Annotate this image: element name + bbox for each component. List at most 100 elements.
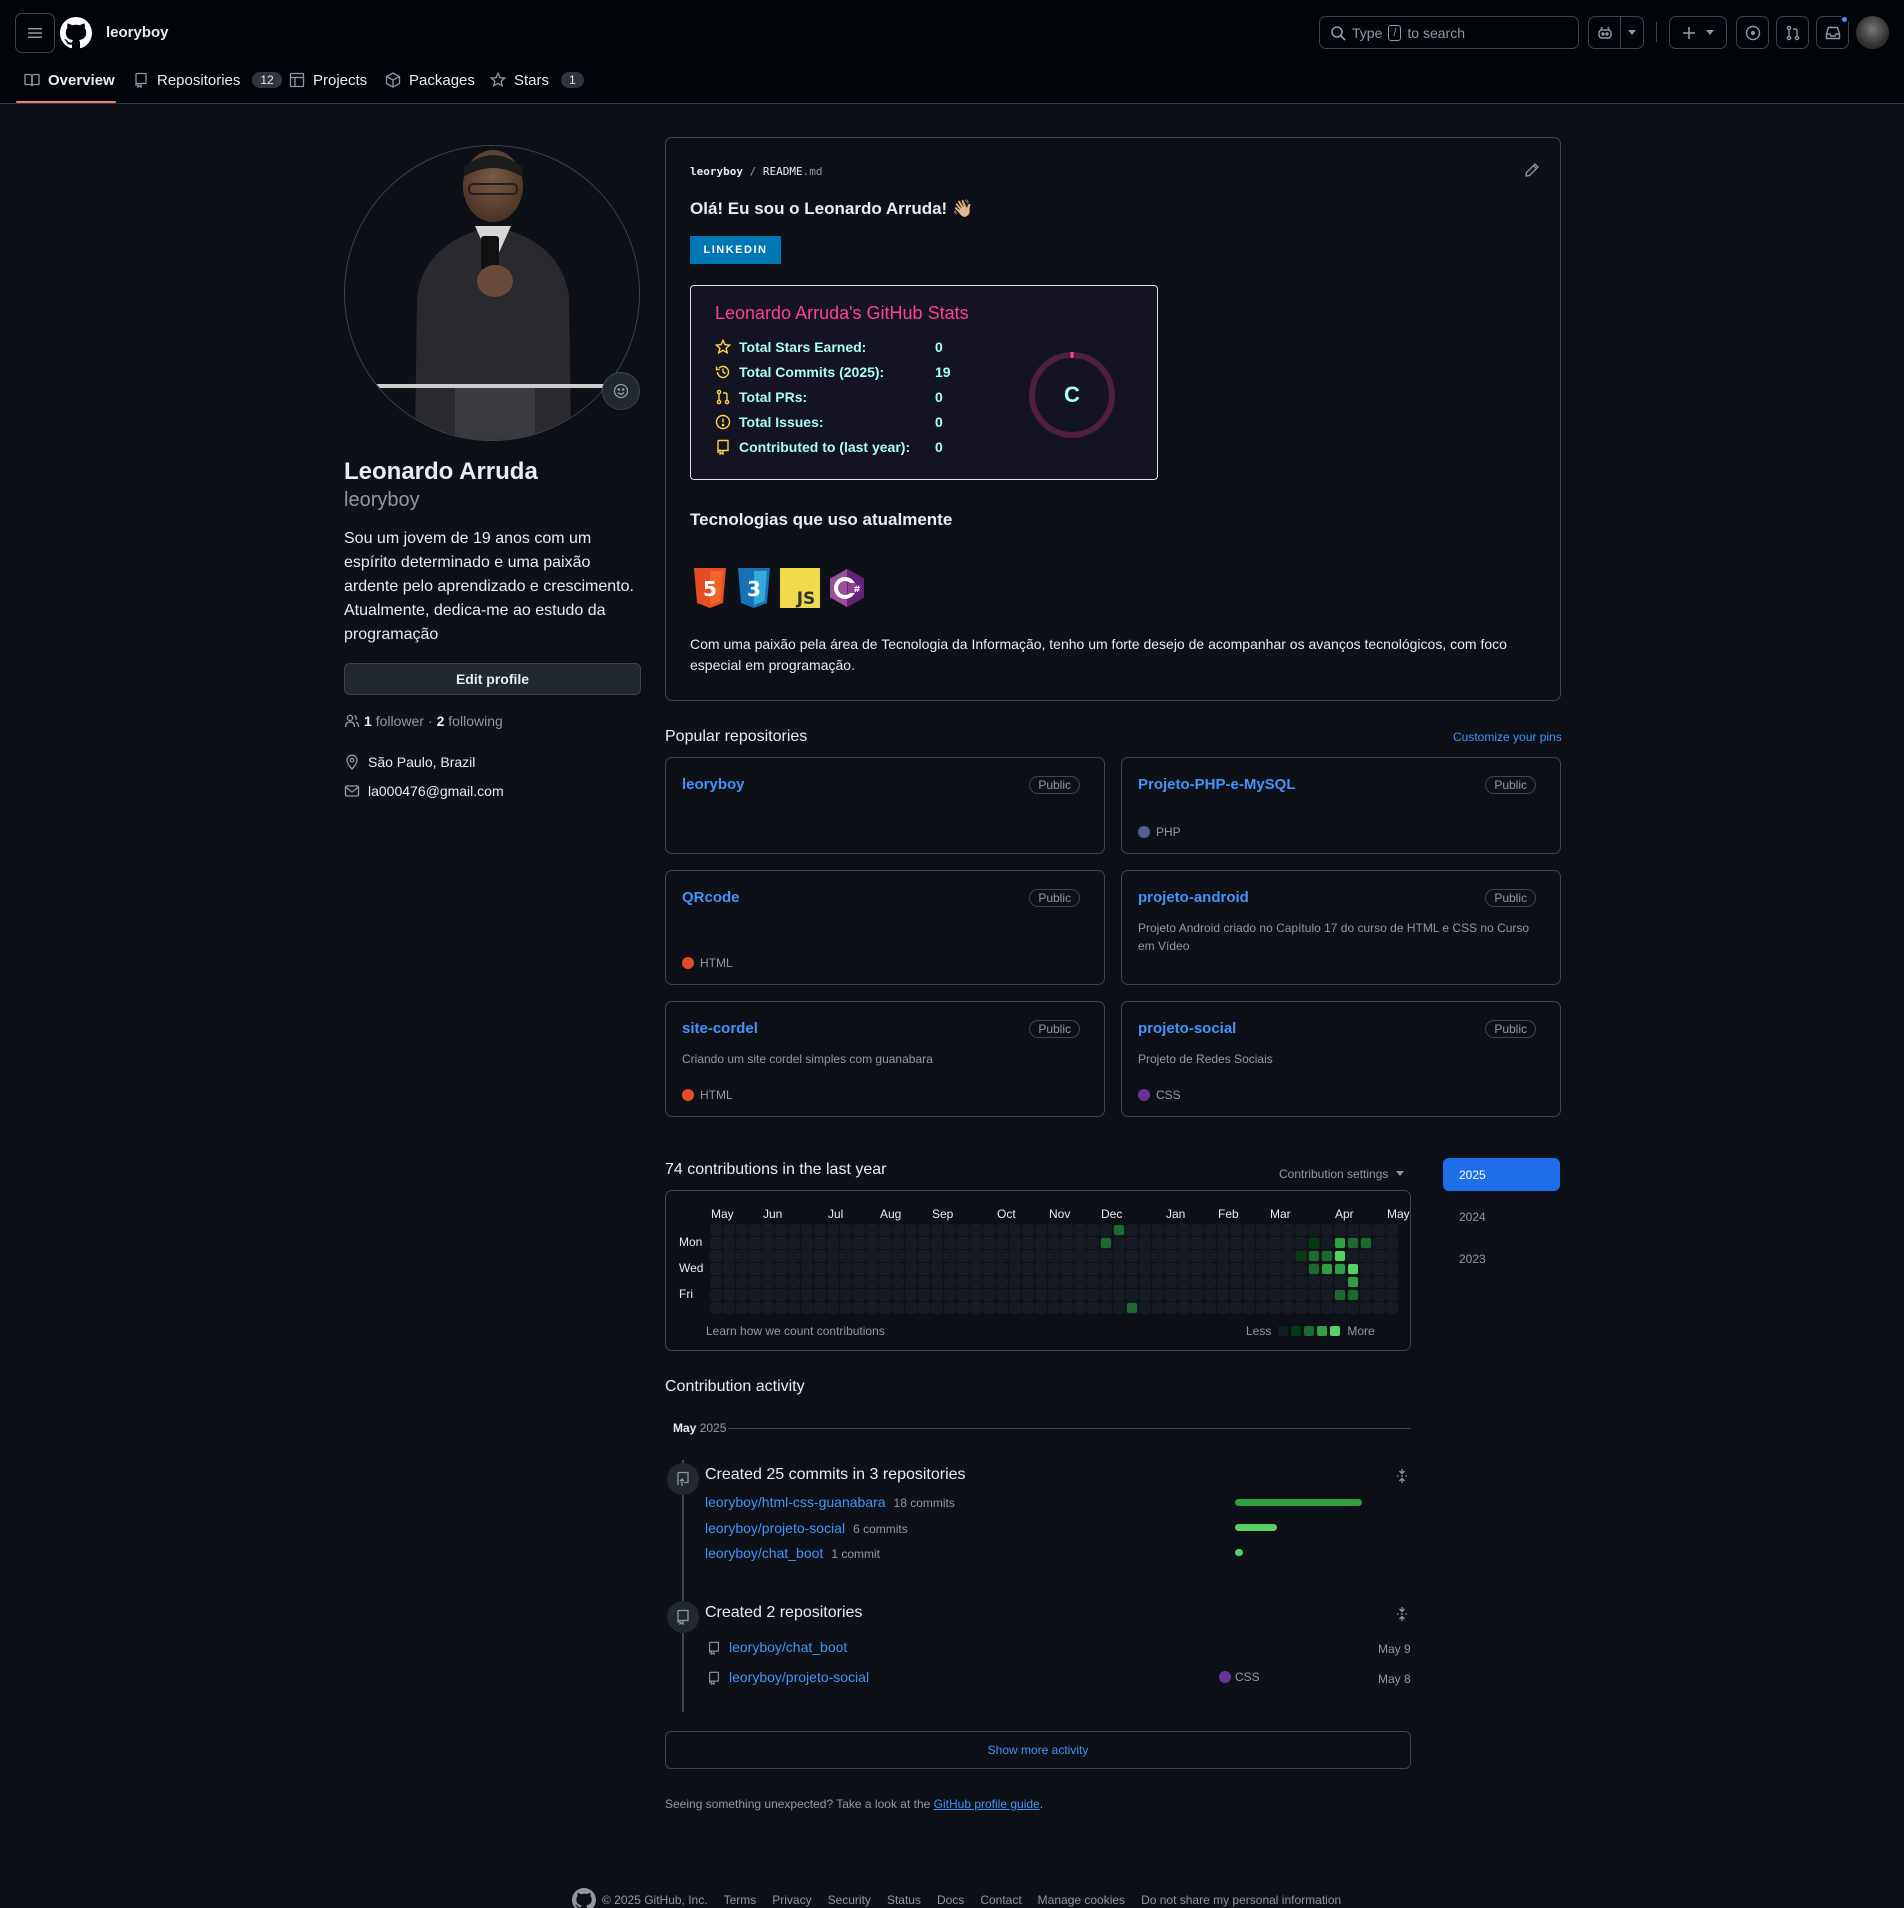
- tab-stars[interactable]: Stars 1: [490, 64, 584, 96]
- contribution-day[interactable]: [801, 1250, 813, 1262]
- contribution-day[interactable]: [944, 1302, 956, 1314]
- contribution-day[interactable]: [710, 1289, 722, 1301]
- contribution-day[interactable]: [1191, 1302, 1203, 1314]
- contribution-day[interactable]: [762, 1289, 774, 1301]
- contribution-day[interactable]: [1360, 1237, 1372, 1249]
- issues-button[interactable]: [1736, 16, 1769, 49]
- contribution-day[interactable]: [944, 1276, 956, 1288]
- contribution-day[interactable]: [1256, 1224, 1268, 1236]
- contribution-day[interactable]: [749, 1224, 761, 1236]
- contribution-day[interactable]: [879, 1263, 891, 1275]
- contribution-day[interactable]: [1256, 1237, 1268, 1249]
- contribution-day[interactable]: [1165, 1224, 1177, 1236]
- contribution-day[interactable]: [1373, 1289, 1385, 1301]
- contribution-day[interactable]: [1269, 1276, 1281, 1288]
- contribution-day[interactable]: [723, 1302, 735, 1314]
- contribution-day[interactable]: [1100, 1276, 1112, 1288]
- contribution-day[interactable]: [879, 1224, 891, 1236]
- contribution-day[interactable]: [1230, 1276, 1242, 1288]
- contribution-day[interactable]: [1282, 1302, 1294, 1314]
- commit-repo-link[interactable]: leoryboy/html-css-guanabara: [705, 1494, 886, 1510]
- contribution-day[interactable]: [1087, 1237, 1099, 1249]
- contribution-day[interactable]: [1256, 1250, 1268, 1262]
- contribution-day[interactable]: [723, 1289, 735, 1301]
- contribution-day[interactable]: [983, 1224, 995, 1236]
- contribution-day[interactable]: [801, 1224, 813, 1236]
- contribution-day[interactable]: [1204, 1289, 1216, 1301]
- contribution-day[interactable]: [840, 1302, 852, 1314]
- contribution-day[interactable]: [1061, 1224, 1073, 1236]
- contribution-day[interactable]: [749, 1302, 761, 1314]
- commit-count-link[interactable]: 6 commits: [853, 1522, 908, 1536]
- year-2024-button[interactable]: 2024: [1459, 1210, 1486, 1224]
- contribution-day[interactable]: [918, 1224, 930, 1236]
- contribution-day[interactable]: [1243, 1250, 1255, 1262]
- contribution-day[interactable]: [1113, 1224, 1125, 1236]
- contribution-day[interactable]: [957, 1289, 969, 1301]
- contribution-day[interactable]: [1178, 1276, 1190, 1288]
- contribution-day[interactable]: [1243, 1237, 1255, 1249]
- contribution-day[interactable]: [944, 1263, 956, 1275]
- created-repo-link[interactable]: leoryboy/chat_boot: [729, 1639, 847, 1655]
- contribution-day[interactable]: [1282, 1263, 1294, 1275]
- contribution-day[interactable]: [1360, 1302, 1372, 1314]
- contribution-day[interactable]: [1230, 1302, 1242, 1314]
- contribution-day[interactable]: [853, 1263, 865, 1275]
- contribution-day[interactable]: [1139, 1224, 1151, 1236]
- contribution-day[interactable]: [957, 1263, 969, 1275]
- contribution-day[interactable]: [1256, 1276, 1268, 1288]
- repo-name-link[interactable]: Projeto-PHP-e-MySQL: [1138, 776, 1296, 793]
- contribution-day[interactable]: [853, 1276, 865, 1288]
- contribution-day[interactable]: [970, 1250, 982, 1262]
- contribution-day[interactable]: [1009, 1224, 1021, 1236]
- contribution-day[interactable]: [710, 1250, 722, 1262]
- contribution-day[interactable]: [853, 1250, 865, 1262]
- contribution-day[interactable]: [1321, 1250, 1333, 1262]
- contribution-day[interactable]: [1295, 1289, 1307, 1301]
- contribution-day[interactable]: [1035, 1276, 1047, 1288]
- contribution-day[interactable]: [1191, 1289, 1203, 1301]
- contribution-day[interactable]: [1321, 1237, 1333, 1249]
- contribution-day[interactable]: [853, 1224, 865, 1236]
- contribution-day[interactable]: [905, 1302, 917, 1314]
- contribution-day[interactable]: [1152, 1224, 1164, 1236]
- contribution-day[interactable]: [892, 1237, 904, 1249]
- contribution-day[interactable]: [1074, 1302, 1086, 1314]
- contribution-day[interactable]: [1048, 1224, 1060, 1236]
- contribution-day[interactable]: [983, 1276, 995, 1288]
- contribution-day[interactable]: [788, 1224, 800, 1236]
- contribution-day[interactable]: [1217, 1276, 1229, 1288]
- contribution-day[interactable]: [892, 1289, 904, 1301]
- footer-link-security[interactable]: Security: [828, 1893, 871, 1907]
- contribution-day[interactable]: [1087, 1289, 1099, 1301]
- contribution-day[interactable]: [1126, 1263, 1138, 1275]
- collapse-repos-button[interactable]: [1394, 1606, 1410, 1627]
- contribution-day[interactable]: [1087, 1250, 1099, 1262]
- contribution-day[interactable]: [710, 1302, 722, 1314]
- repo-card[interactable]: projeto-social Public Projeto de Redes S…: [1121, 1001, 1561, 1117]
- contribution-day[interactable]: [983, 1289, 995, 1301]
- contribution-day[interactable]: [814, 1237, 826, 1249]
- contribution-day[interactable]: [736, 1302, 748, 1314]
- contribution-day[interactable]: [749, 1250, 761, 1262]
- contribution-day[interactable]: [1165, 1302, 1177, 1314]
- contribution-day[interactable]: [827, 1289, 839, 1301]
- contribution-day[interactable]: [775, 1263, 787, 1275]
- contribution-day[interactable]: [1360, 1289, 1372, 1301]
- contribution-day[interactable]: [1035, 1302, 1047, 1314]
- contribution-day[interactable]: [827, 1276, 839, 1288]
- contribution-day[interactable]: [866, 1250, 878, 1262]
- contribution-day[interactable]: [1087, 1276, 1099, 1288]
- contribution-day[interactable]: [814, 1224, 826, 1236]
- contribution-day[interactable]: [1048, 1289, 1060, 1301]
- contribution-day[interactable]: [1165, 1263, 1177, 1275]
- contribution-day[interactable]: [1048, 1237, 1060, 1249]
- commit-count-link[interactable]: 18 commits: [894, 1496, 955, 1510]
- contribution-day[interactable]: [1009, 1250, 1021, 1262]
- contribution-day[interactable]: [723, 1263, 735, 1275]
- contribution-day[interactable]: [788, 1263, 800, 1275]
- contribution-day[interactable]: [840, 1237, 852, 1249]
- tab-overview[interactable]: Overview: [24, 64, 115, 96]
- contribution-day[interactable]: [1334, 1302, 1346, 1314]
- contribution-day[interactable]: [1035, 1237, 1047, 1249]
